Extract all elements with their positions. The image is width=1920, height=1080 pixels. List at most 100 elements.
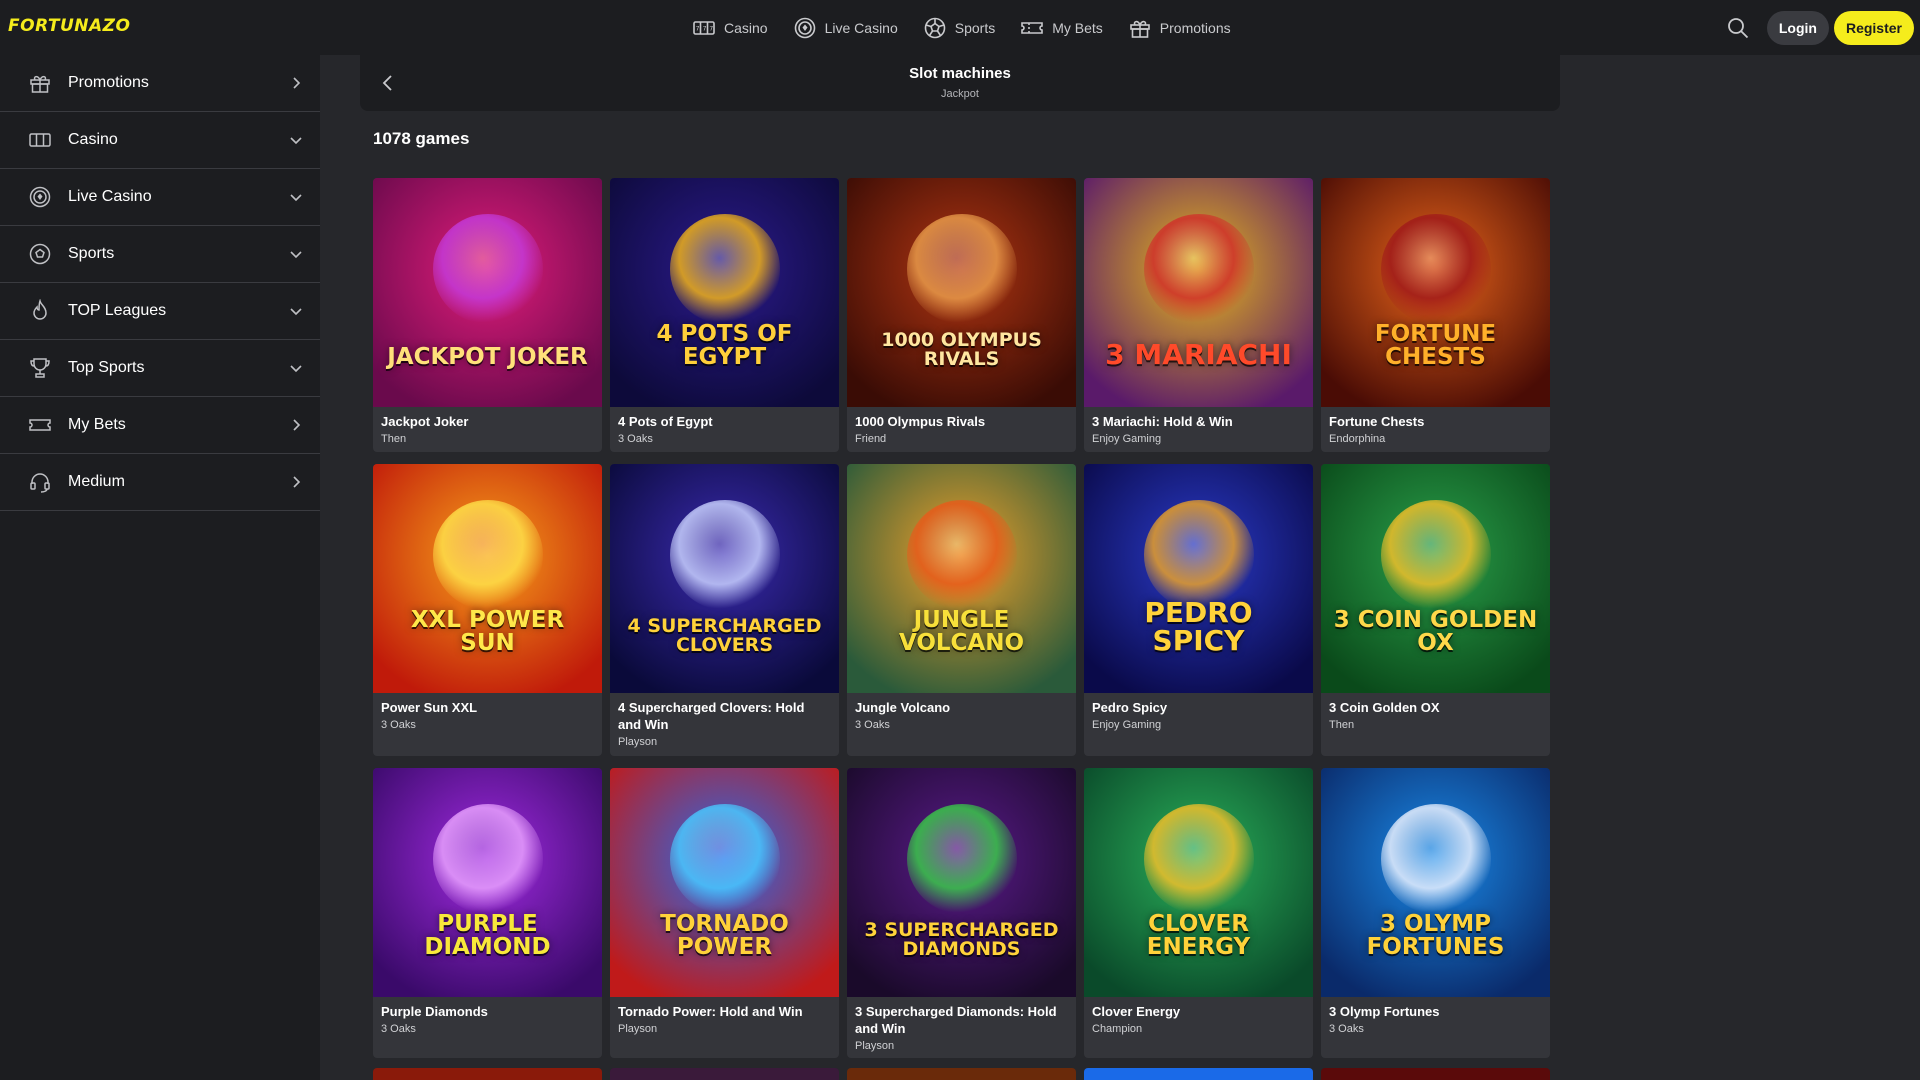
game-logo-text: JUNGLE VOLCANO [898, 607, 1025, 656]
game-card[interactable]: 1000 OLYMPUS RIVALS 1000 Olympus Rivals Fr… [847, 178, 1076, 452]
game-card[interactable]: CLOVER ENERGY Clover Energy Champion [1084, 768, 1313, 1058]
game-provider: Then [381, 433, 407, 445]
game-title: 3 Coin Golden OX [1329, 700, 1440, 715]
game-thumbnail[interactable]: XXL POWER SUN [373, 464, 602, 693]
game-thumbnail[interactable]: 3 SUPERCHARGED DIAMONDS [847, 768, 1076, 997]
game-artwork [432, 214, 543, 324]
topnav-casino[interactable]: 777 Casino [692, 14, 780, 42]
game-card[interactable] [610, 1068, 839, 1080]
chevron-down-icon [290, 194, 302, 202]
game-card[interactable]: 4 POTS OF EGYPT 4 Pots of Egypt 3 Oaks [610, 178, 839, 452]
game-provider: Enjoy Gaming [1092, 719, 1162, 731]
game-title: Pedro Spicy [1092, 700, 1168, 715]
game-thumbnail[interactable]: CLOVER ENERGY [1084, 768, 1313, 997]
game-title: Tornado Power: Hold and Win [618, 1004, 803, 1019]
brand-logo[interactable]: FORTUNAZO [8, 16, 130, 36]
game-info: 4 Pots of Egypt 3 Oaks [610, 407, 839, 452]
game-artwork [906, 500, 1017, 610]
game-logo-text: JACKPOT JOKER [387, 344, 588, 370]
ticket-icon [1021, 22, 1044, 34]
games-count: 1078 games [373, 129, 470, 148]
top-bar: FORTUNAZO 777 Casino Live Casino Sports … [0, 0, 1920, 55]
search-button[interactable] [1723, 13, 1753, 43]
game-title: 1000 Olympus Rivals [855, 414, 986, 429]
sidebar-item-live-casino[interactable]: Live Casino [0, 169, 320, 226]
game-info: Clover Energy Champion [1084, 997, 1313, 1045]
topnav-live-casino[interactable]: Live Casino [793, 14, 910, 42]
game-card[interactable]: PEDRO SPICY Pedro Spicy Enjoy Gaming [1084, 464, 1313, 756]
live-casino-chip-icon [27, 184, 53, 210]
game-thumbnail[interactable]: 3 MARIACHI [1084, 178, 1313, 407]
game-card[interactable]: JACKPOT JOKER Jackpot Joker Then [373, 178, 602, 452]
topnav-promotions[interactable]: Promotions [1128, 14, 1243, 42]
sidebar: Promotions Casino Live Casino Sports TOP… [0, 55, 320, 1080]
game-card[interactable]: 3 OLYMP FORTUNES 3 Olymp Fortunes 3 Oaks [1321, 768, 1550, 1058]
game-artwork [1380, 500, 1491, 610]
game-card[interactable] [847, 1068, 1076, 1080]
sidebar-item-label: Live Casino [68, 188, 152, 205]
game-card[interactable]: PURPLE DIAMOND Purple Diamonds 3 Oaks [373, 768, 602, 1058]
sidebar-item-top-leagues[interactable]: TOP Leagues [0, 283, 320, 340]
game-info: 4 Supercharged Clovers: Hold and Win Play… [610, 693, 839, 756]
sidebar-item-sports[interactable]: Sports [0, 226, 320, 283]
game-artwork [669, 214, 780, 324]
game-provider: Playson [618, 1023, 658, 1035]
sidebar-item-label: Casino [68, 131, 118, 148]
chevron-down-icon [290, 308, 302, 316]
game-thumbnail[interactable]: 3 OLYMP FORTUNES [1321, 768, 1550, 997]
topnav-casino-label: Casino [724, 20, 768, 36]
game-title: Purple Diamonds [381, 1004, 488, 1019]
game-title: 4 Pots of Egypt [618, 414, 713, 429]
game-artwork [669, 500, 780, 610]
game-provider: 3 Oaks [381, 1023, 416, 1035]
game-card[interactable]: XXL POWER SUN Power Sun XXL 3 Oaks [373, 464, 602, 756]
game-thumbnail[interactable]: 3 COIN GOLDEN OX [1321, 464, 1550, 693]
game-thumbnail[interactable]: 4 POTS OF EGYPT [610, 178, 839, 407]
game-thumbnail[interactable]: JUNGLE VOLCANO [847, 464, 1076, 693]
sidebar-item-my-bets[interactable]: My Bets [0, 397, 320, 454]
sidebar-item-label: Promotions [68, 74, 149, 91]
chevron-right-icon [293, 476, 301, 488]
live-casino-chip-icon [794, 17, 815, 39]
topnav-my-bets[interactable]: My Bets [1020, 14, 1115, 42]
topnav-sports[interactable]: Sports [923, 14, 1007, 42]
game-card[interactable]: 3 SUPERCHARGED DIAMONDS 3 Supercharged Di… [847, 768, 1076, 1058]
game-card[interactable] [1321, 1068, 1550, 1080]
game-info: Power Sun XXL 3 Oaks [373, 693, 602, 741]
game-logo-text: 1000 OLYMPUS RIVALS [881, 329, 1042, 370]
game-thumbnail[interactable]: TORNADO POWER [610, 768, 839, 997]
search-icon [1727, 18, 1748, 39]
game-logo-text: 3 MARIACHI [1105, 338, 1292, 371]
sidebar-item-top-sports[interactable]: Top Sports [0, 340, 320, 397]
game-card[interactable]: 3 COIN GOLDEN OX 3 Coin Golden OX Then [1321, 464, 1550, 756]
game-card[interactable]: JUNGLE VOLCANO Jungle Volcano 3 Oaks [847, 464, 1076, 756]
soccer-ball-icon [27, 241, 53, 267]
game-thumbnail[interactable]: 1000 OLYMPUS RIVALS [847, 178, 1076, 407]
topnav-my-bets-label: My Bets [1052, 20, 1103, 36]
category-header: Slot machines Jackpot [360, 55, 1560, 111]
game-thumbnail[interactable]: PURPLE DIAMOND [373, 768, 602, 997]
register-button[interactable]: Register [1833, 11, 1914, 45]
sidebar-item-label: Top Sports [68, 359, 145, 376]
sidebar-item-casino[interactable]: Casino [0, 112, 320, 169]
game-card[interactable] [373, 1068, 602, 1080]
game-card[interactable]: 4 SUPERCHARGED CLOVERS 4 Supercharged Clo… [610, 464, 839, 756]
sidebar-item-medium[interactable]: Medium [0, 454, 320, 511]
game-thumbnail[interactable]: 4 SUPERCHARGED CLOVERS [610, 464, 839, 693]
sidebar-item-promotions[interactable]: Promotions [0, 55, 320, 112]
game-card[interactable]: FORTUNE CHESTS Fortune Chests Endorphina [1321, 178, 1550, 452]
game-card[interactable]: TORNADO POWER Tornado Power: Hold and Win… [610, 768, 839, 1058]
ticket-icon [27, 412, 53, 438]
chevron-down-icon [290, 137, 302, 145]
game-thumbnail[interactable]: FORTUNE CHESTS [1321, 178, 1550, 407]
game-provider: 3 Oaks [1329, 1023, 1364, 1035]
game-provider: Then [1329, 719, 1355, 731]
game-artwork [1143, 500, 1254, 610]
game-thumbnail[interactable]: JACKPOT JOKER [373, 178, 602, 407]
game-thumbnail[interactable]: PEDRO SPICY [1084, 464, 1313, 693]
slot-machine-icon [27, 127, 53, 153]
login-button[interactable]: Login [1766, 11, 1829, 45]
svg-text:7: 7 [709, 26, 713, 33]
game-card[interactable]: 3 MARIACHI 3 Mariachi: Hold & Win Enjoy Ga… [1084, 178, 1313, 452]
game-card[interactable] [1084, 1068, 1313, 1080]
